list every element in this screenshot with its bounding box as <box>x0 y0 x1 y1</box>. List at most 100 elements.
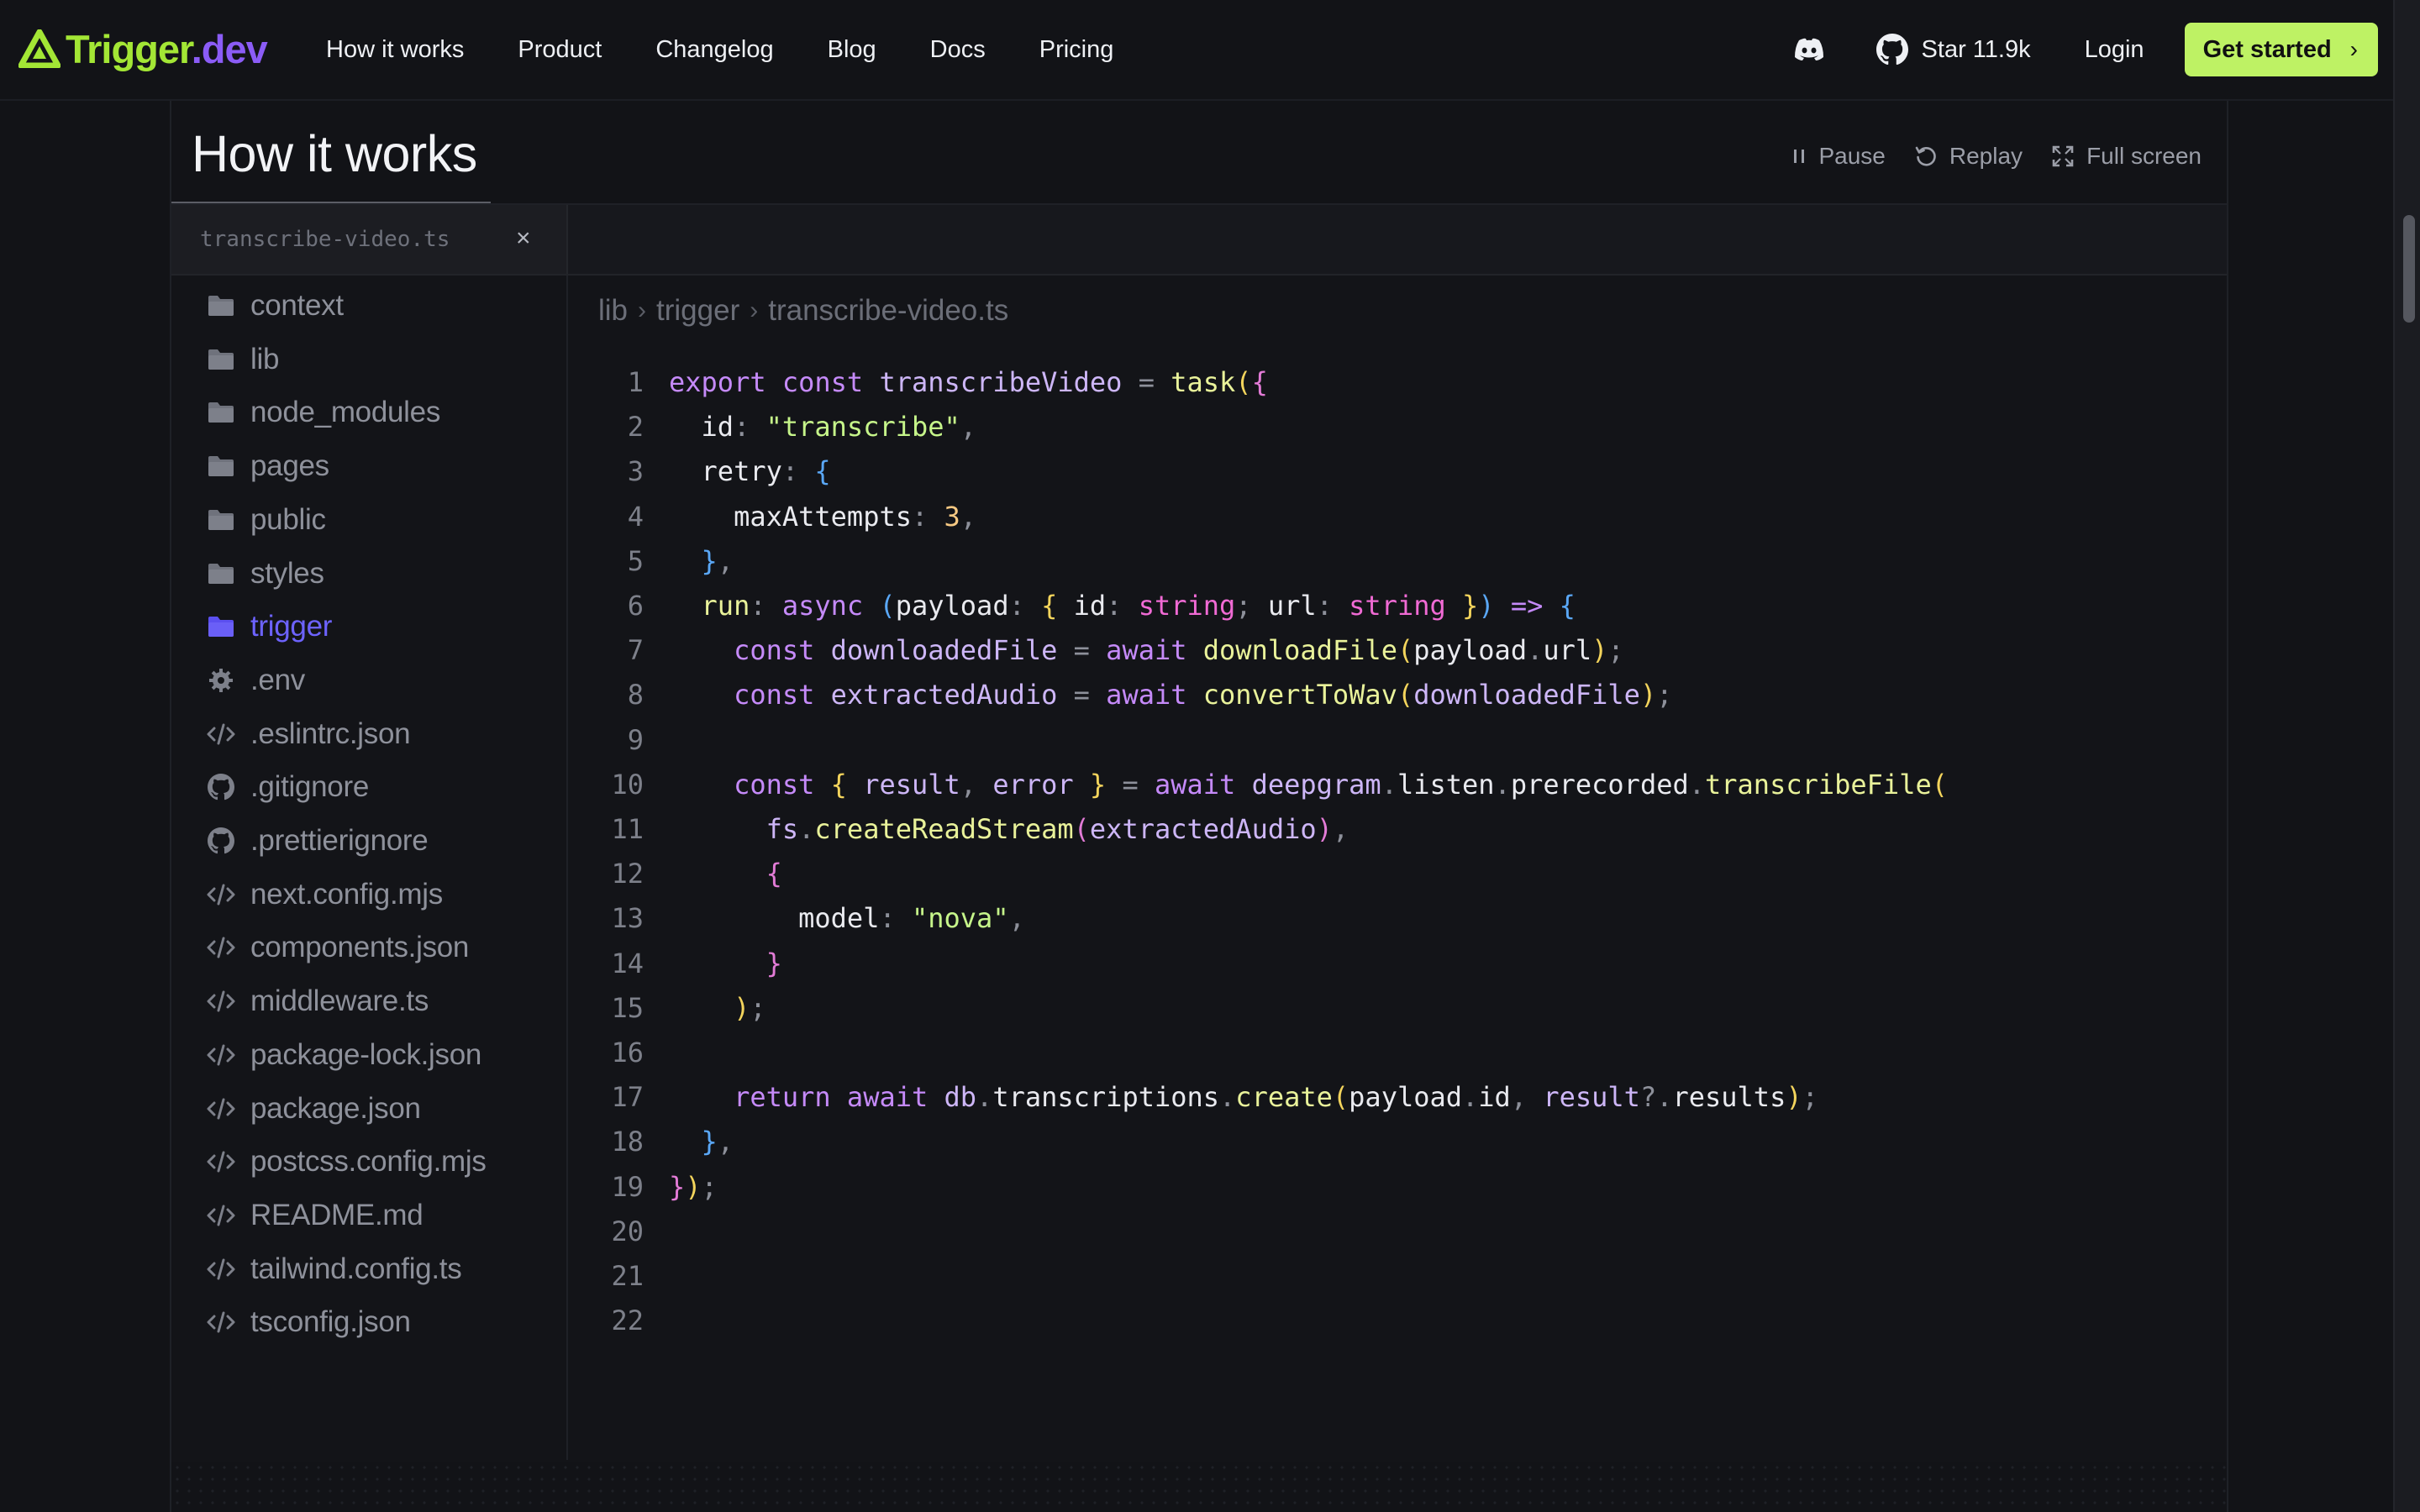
github-icon <box>205 771 237 803</box>
code-token: } <box>669 1170 686 1203</box>
pause-button[interactable]: Pause <box>1791 143 1886 170</box>
file-tree-label: public <box>250 502 326 536</box>
file-explorer: context lib node_modulespages public styles t… <box>171 276 568 1460</box>
file-tree-item[interactable]: .prettierignore <box>205 821 429 861</box>
code-token: = <box>1122 768 1155 801</box>
nav-link-changelog[interactable]: Changelog <box>655 36 773 64</box>
code-token: , <box>960 411 977 444</box>
file-tree-item[interactable]: trigger <box>205 606 332 647</box>
code-token: result <box>1543 1081 1640 1114</box>
code-token: db <box>944 1081 977 1114</box>
file-tree-item[interactable]: .eslintrc.json <box>205 714 411 754</box>
top-navbar: Trigger.dev How it works Product Changel… <box>0 0 2393 101</box>
file-tree-item[interactable]: README.md <box>205 1195 424 1236</box>
code-token: } <box>1089 768 1123 801</box>
folder-icon <box>205 611 237 643</box>
code-icon <box>205 1039 237 1071</box>
line-number: 17 <box>611 1081 644 1114</box>
chevron-right-icon: › <box>750 297 759 324</box>
code-text: }, <box>669 1126 734 1158</box>
file-tree-item[interactable]: .env <box>205 660 305 701</box>
code-token: { <box>814 455 831 488</box>
code-text: const extractedAudio = await convertToWa… <box>669 679 1672 711</box>
replay-button[interactable]: Replay <box>1914 143 2023 170</box>
code-icon <box>205 985 237 1017</box>
code-token: ) <box>685 1170 702 1203</box>
code-icon <box>205 1146 237 1178</box>
file-tree-item[interactable]: lib <box>205 339 279 380</box>
code-token: deepgram <box>1251 768 1381 801</box>
code-token: ?. <box>1639 1081 1673 1114</box>
file-tree-item[interactable]: tailwind.config.ts <box>205 1249 462 1289</box>
scrollbar-thumb[interactable] <box>2403 215 2415 323</box>
close-icon[interactable]: × <box>516 225 531 252</box>
github-star-link[interactable]: Star 11.9k <box>1876 34 2031 66</box>
get-started-button[interactable]: Get started › <box>2184 23 2378 76</box>
discord-link[interactable] <box>1792 37 1826 62</box>
breadcrumb-file[interactable]: transcribe-video.ts <box>768 294 1008 328</box>
code-token: } <box>765 947 782 979</box>
folder-icon <box>205 344 237 375</box>
file-tree-item[interactable]: package-lock.json <box>205 1035 481 1075</box>
nav-link-pricing[interactable]: Pricing <box>1039 36 1114 64</box>
file-tree-item[interactable]: public <box>205 500 326 540</box>
code-token: const <box>734 768 831 801</box>
file-tree-item[interactable]: tsconfig.json <box>205 1302 411 1342</box>
code-token: ; <box>1802 1081 1818 1114</box>
file-tree-item[interactable]: package.json <box>205 1089 421 1129</box>
file-tree-item[interactable]: postcss.config.mjs <box>205 1142 487 1182</box>
line-number: 7 <box>627 634 644 667</box>
code-token: ( <box>1332 1081 1349 1114</box>
fullscreen-button[interactable]: Full screen <box>2051 143 2202 170</box>
code-text: ); <box>669 992 766 1024</box>
code-token: payload <box>1349 1081 1463 1114</box>
file-tree-item[interactable]: .gitignore <box>205 767 369 807</box>
file-tree-item[interactable]: styles <box>205 554 324 594</box>
code-token: : <box>750 590 782 622</box>
code-text: fs.createReadStream(extractedAudio), <box>669 813 1349 845</box>
get-started-label: Get started <box>2202 35 2332 63</box>
code-icon <box>205 1253 237 1285</box>
nav-link-docs[interactable]: Docs <box>930 36 986 64</box>
file-tree-item[interactable]: middleware.ts <box>205 981 429 1021</box>
breadcrumb-trigger[interactable]: trigger <box>656 294 739 328</box>
line-number: 22 <box>611 1305 644 1337</box>
line-number: 5 <box>627 544 644 577</box>
login-link[interactable]: Login <box>2085 36 2144 64</box>
code-icon <box>205 1200 237 1231</box>
breadcrumb-lib[interactable]: lib <box>598 294 628 328</box>
file-tree-label: postcss.config.mjs <box>250 1145 487 1179</box>
code-token: downloadedFile <box>1413 679 1640 711</box>
how-it-works-section: How it works Pause Replay Full screen tr… <box>170 101 2228 1512</box>
code-token: . <box>976 1081 993 1114</box>
fullscreen-label: Full screen <box>2086 143 2202 169</box>
tab-filename: transcribe-video.ts <box>200 227 450 252</box>
code-token: , <box>717 544 734 577</box>
code-token: ( <box>1397 634 1414 667</box>
nav-link-product[interactable]: Product <box>518 36 602 64</box>
file-tree-label: components.json <box>250 931 470 964</box>
file-tree-item[interactable]: next.config.mjs <box>205 874 443 915</box>
file-tree-item[interactable]: node_modules <box>205 392 440 433</box>
file-tree-item[interactable]: context <box>205 286 344 326</box>
code-text: return await db.transcriptions.create(pa… <box>669 1081 1818 1113</box>
file-tree-item[interactable]: components.json <box>205 927 469 968</box>
code-token: await <box>1106 634 1203 667</box>
code-token: ; <box>701 1170 718 1203</box>
nav-link-how-it-works[interactable]: How it works <box>326 36 464 64</box>
code-token: transcribeFile <box>1705 768 1932 801</box>
trigger-dev-logo[interactable]: Trigger.dev <box>18 24 268 74</box>
page-scrollbar[interactable] <box>2393 0 2420 1512</box>
code-token: } <box>1462 590 1479 622</box>
file-tree-item[interactable]: pages <box>205 446 329 486</box>
nav-link-blog[interactable]: Blog <box>828 36 876 64</box>
nav-links: How it works Product Changelog Blog Docs… <box>326 0 1167 99</box>
dotted-background <box>171 1462 2227 1512</box>
editor-tab[interactable]: transcribe-video.ts × <box>171 205 568 274</box>
code-token: fs <box>765 813 799 845</box>
